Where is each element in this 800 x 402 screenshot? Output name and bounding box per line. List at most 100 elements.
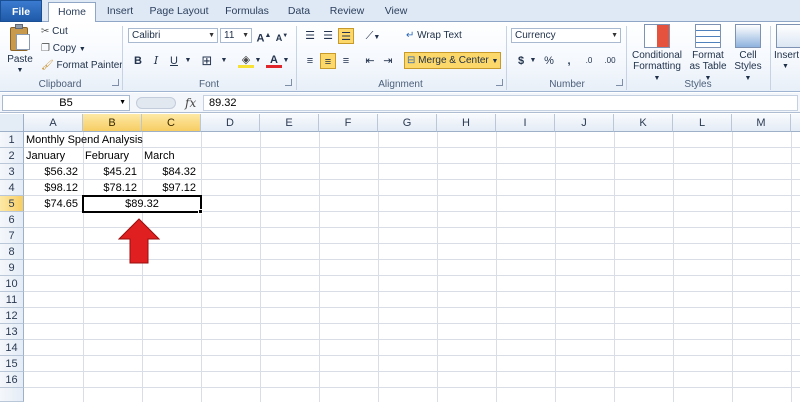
row-header-16[interactable]: 16 [0,372,24,388]
column-header-n[interactable] [791,114,800,132]
row-header-7[interactable]: 7 [0,228,24,244]
align-center-icon[interactable]: ≡ [320,53,336,69]
font-size-combo[interactable]: 11 ▼ [220,28,252,43]
fill-handle[interactable] [198,209,203,214]
column-header-c[interactable]: C [142,114,201,132]
row-header-8[interactable]: 8 [0,244,24,260]
cell-c2[interactable]: March [142,148,201,164]
column-header-b[interactable]: B [83,114,142,132]
number-format-combo[interactable]: Currency ▼ [511,28,621,43]
row-header-17[interactable] [0,388,24,402]
row-header-6[interactable]: 6 [0,212,24,228]
tab-data[interactable]: Data [282,2,316,22]
cell-a1[interactable]: Monthly Spend Analysis [24,132,201,148]
column-header-e[interactable]: E [260,114,319,132]
tab-file[interactable]: File [0,0,42,22]
column-header-i[interactable]: I [496,114,555,132]
formula-bar-resize-handle[interactable] [136,97,176,109]
underline-button[interactable]: U [166,53,182,69]
merge-center-button[interactable]: ⊟ Merge & Center ▼ [404,52,502,69]
number-launcher-icon[interactable] [616,79,623,86]
insert-cells-button[interactable]: Insert ▼ [774,24,800,72]
copy-button[interactable]: ❐ Copy ▼ [41,43,86,54]
align-middle-icon[interactable]: ☰ [320,28,336,44]
borders-icon[interactable]: ⊞ [196,53,218,69]
column-header-g[interactable]: G [378,114,437,132]
font-name-combo[interactable]: Calibri ▼ [128,28,218,43]
accounting-dropdown-icon[interactable]: ▼ [529,53,537,69]
cell-a3[interactable]: $56.32 [24,164,83,180]
clipboard-launcher-icon[interactable] [112,79,119,86]
orientation-icon[interactable]: ⟋▼ [362,28,384,44]
cell-b4[interactable]: $78.12 [83,180,142,196]
decrease-decimal-button[interactable]: .00 [600,53,620,69]
row-header-10[interactable]: 10 [0,276,24,292]
row-header-12[interactable]: 12 [0,308,24,324]
font-launcher-icon[interactable] [285,79,292,86]
bold-button[interactable]: B [130,53,146,69]
column-header-l[interactable]: L [673,114,732,132]
wrap-text-button[interactable]: ↵ Wrap Text [406,30,462,41]
format-painter-button[interactable]: 🖌 Format Painter [41,60,123,71]
font-color-icon[interactable]: A [266,52,282,68]
row-header-2[interactable]: 2 [0,148,24,164]
align-right-icon[interactable]: ≡ [338,53,354,69]
borders-dropdown-icon[interactable]: ▼ [220,53,228,69]
cell-b2[interactable]: February [83,148,142,164]
insert-function-icon[interactable]: fx [185,96,196,110]
tab-review[interactable]: Review [324,2,370,22]
column-header-a[interactable]: A [24,114,83,132]
name-box[interactable]: B5 ▼ [2,95,130,111]
column-header-h[interactable]: H [437,114,496,132]
cell-a2[interactable]: January [24,148,83,164]
tab-insert[interactable]: Insert [100,2,140,22]
font-color-dropdown-icon[interactable]: ▼ [282,53,290,69]
fill-color-dropdown-icon[interactable]: ▼ [254,53,262,69]
cell-styles-button[interactable]: Cell Styles ▼ [732,24,764,84]
shrink-font-icon[interactable]: A▼ [274,28,290,44]
increase-indent-icon[interactable]: ⇥ [380,53,396,69]
tab-formulas[interactable]: Formulas [220,2,274,22]
increase-decimal-button[interactable]: .0 [579,53,599,69]
conditional-formatting-button[interactable]: Conditional Formatting ▼ [630,24,684,84]
column-header-d[interactable]: D [201,114,260,132]
grow-font-icon[interactable]: A▲ [256,28,272,45]
align-left-icon[interactable]: ≡ [302,53,318,69]
column-header-k[interactable]: K [614,114,673,132]
tab-home[interactable]: Home [48,2,96,23]
percent-style-button[interactable]: % [541,53,557,69]
column-header-j[interactable]: J [555,114,614,132]
decrease-indent-icon[interactable]: ⇤ [362,53,378,69]
cell-c4[interactable]: $97.12 [142,180,201,196]
row-header-1[interactable]: 1 [0,132,24,148]
align-top-icon[interactable]: ☰ [302,28,318,44]
tab-page-layout[interactable]: Page Layout [146,2,212,22]
row-header-5[interactable]: 5 [0,196,24,212]
row-header-14[interactable]: 14 [0,340,24,356]
comma-style-button[interactable]: , [561,53,577,69]
column-header-m[interactable]: M [732,114,791,132]
row-header-9[interactable]: 9 [0,260,24,276]
cell-b3[interactable]: $45.21 [83,164,142,180]
underline-dropdown-icon[interactable]: ▼ [184,53,192,69]
paste-button[interactable]: Paste ▼ [4,24,36,76]
formula-input[interactable]: 89.32 [203,95,798,111]
row-header-13[interactable]: 13 [0,324,24,340]
cut-button[interactable]: ✂ Cut [41,26,68,37]
tab-view[interactable]: View [378,2,414,22]
worksheet-grid[interactable]: A B C D E F G H I J K L M 1 2 3 4 5 6 7 … [0,114,800,402]
italic-button[interactable]: I [148,53,164,69]
row-header-11[interactable]: 11 [0,292,24,308]
column-header-f[interactable]: F [319,114,378,132]
row-header-15[interactable]: 15 [0,356,24,372]
align-bottom-icon[interactable]: ☰ [338,28,354,44]
format-as-table-button[interactable]: Format as Table ▼ [686,24,730,84]
accounting-format-button[interactable]: $ [513,53,529,69]
select-all-corner[interactable] [0,114,24,132]
row-header-3[interactable]: 3 [0,164,24,180]
cell-c3[interactable]: $84.32 [142,164,201,180]
cell-a5[interactable]: $74.65 [24,196,83,212]
cell-a4[interactable]: $98.12 [24,180,83,196]
alignment-launcher-icon[interactable] [496,79,503,86]
row-header-4[interactable]: 4 [0,180,24,196]
